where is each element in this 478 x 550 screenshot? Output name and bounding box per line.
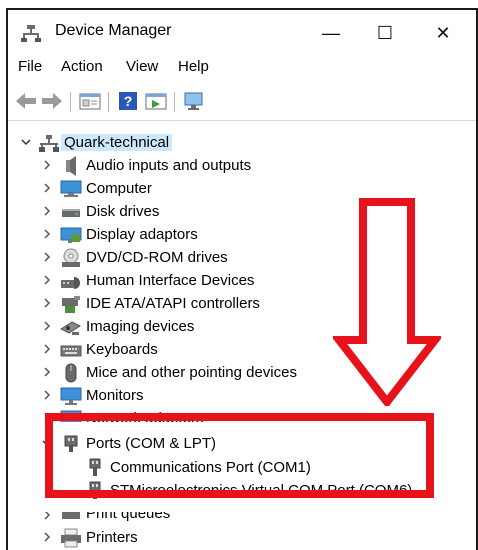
maximize-button[interactable]: ☐ [362,16,408,50]
printer-icon [61,528,81,548]
tree-item-hid[interactable]: Human Interface Devices [8,269,476,292]
tree-item-label: IDE ATA/ATAPI controllers [86,295,260,312]
close-button[interactable]: ✕ [420,16,466,50]
tree-item-ide[interactable]: IDE ATA/ATAPI controllers [8,292,476,315]
tree-item-label: Disk drives [86,203,160,220]
close-icon: ✕ [435,22,451,43]
tree-item-audio[interactable]: Audio inputs and outputs [8,154,476,177]
tree-item-disk-drives[interactable]: Disk drives [8,200,476,223]
port-icon [89,458,101,476]
chevron-right-icon[interactable] [41,342,53,356]
properties-icon[interactable] [78,90,102,112]
tree-item-label: Computer [86,180,152,197]
speaker-icon [66,156,76,176]
toolbar-separator [108,92,109,112]
tree-item-ports[interactable]: Ports (COM & LPT) [8,432,476,455]
network-adapter-icon [60,410,82,422]
keyboard-icon [60,345,82,357]
chevron-down-icon[interactable] [41,436,53,450]
tree-item-label: Monitors [86,387,144,404]
chevron-right-icon[interactable] [41,319,53,333]
window-title: Device Manager [55,22,172,39]
tree-item-com1[interactable]: Communications Port (COM1) [8,456,476,479]
tree-item-label: Display adaptors [86,226,198,243]
toolbar: ? [8,86,476,116]
chevron-right-icon[interactable] [41,250,53,264]
tree-root[interactable]: Quark-technical [8,131,476,154]
tree-item-label: STMicroelectronics Virtual COM Port (COM… [110,482,413,499]
minimize-button[interactable]: — [308,16,354,50]
chevron-down-icon[interactable] [20,135,32,149]
menu-file[interactable]: File [18,58,42,75]
chevron-right-icon[interactable] [41,365,53,379]
tree-item-display-adaptors[interactable]: Display adaptors [8,223,476,246]
camera-icon [60,321,82,335]
device-tree: Quark-technical Audio inputs and outputs… [8,120,476,550]
ide-controller-icon [62,296,80,313]
display-adapter-icon [60,227,82,243]
chevron-right-icon[interactable] [41,158,53,172]
tree-item-keyboards[interactable]: Keyboards [8,338,476,361]
dvd-drive-icon [62,248,80,267]
tree-item-label: Network adapters [86,410,204,422]
monitor-icon [60,387,82,405]
tree-item-mice[interactable]: Mice and other pointing devices [8,361,476,384]
tree-item-monitors[interactable]: Monitors [8,384,476,407]
hid-icon [61,277,80,289]
chevron-right-icon[interactable] [41,227,53,241]
forward-arrow-icon[interactable] [40,90,64,112]
minimize-icon: — [322,22,340,43]
port-icon [64,435,78,452]
tree-item-label: Ports (COM & LPT) [86,435,217,452]
chevron-right-icon[interactable] [41,530,53,544]
menu-action[interactable]: Action [61,58,103,75]
chevron-right-icon[interactable] [41,204,53,218]
toolbar-separator [174,92,175,112]
device-manager-window: Device Manager — ☐ ✕ File Action View He… [6,8,478,550]
device-manager-app-icon [21,25,41,42]
tree-item-label: Audio inputs and outputs [86,157,252,174]
tree-item-network[interactable]: Network adapters [8,407,476,422]
title-bar: Device Manager — ☐ ✕ [8,10,476,54]
chevron-right-icon[interactable] [41,411,53,422]
toolbar-separator [70,92,71,112]
chevron-right-icon[interactable] [41,273,53,287]
mouse-icon [65,363,77,383]
maximize-icon: ☐ [376,22,394,43]
tree-item-label: Keyboards [86,341,158,358]
chevron-right-icon[interactable] [41,181,53,195]
help-icon[interactable]: ? [116,90,140,112]
print-queue-icon [62,512,80,519]
tree-item-label: Communications Port (COM1) [110,459,311,476]
svg-text:?: ? [124,93,133,109]
tree-root-label: Quark-technical [61,134,173,151]
tree-item-label: Printers [86,529,138,546]
tree-item-computer[interactable]: Computer [8,177,476,200]
tree-item-label: Imaging devices [86,318,195,335]
tree-item-print-queues[interactable]: Print queues [8,512,476,522]
port-icon [89,481,101,499]
tree-item-label: Human Interface Devices [86,272,255,289]
computer-icon [60,180,82,197]
menu-help[interactable]: Help [178,58,209,75]
tree-item-label: Mice and other pointing devices [86,364,297,381]
tree-item-label: Print queues [86,512,171,522]
tree-item-label: DVD/CD-ROM drives [86,249,228,266]
tree-item-imaging[interactable]: Imaging devices [8,315,476,338]
back-arrow-icon[interactable] [14,90,38,112]
scan-hardware-icon[interactable] [182,90,206,112]
menu-view[interactable]: View [126,58,158,75]
chevron-right-icon[interactable] [41,512,53,522]
disk-drive-icon [62,209,80,217]
tree-item-dvd-drives[interactable]: DVD/CD-ROM drives [8,246,476,269]
tree-item-printers[interactable]: Printers [8,526,476,549]
chevron-right-icon[interactable] [41,296,53,310]
menu-bar: File Action View Help [8,54,476,80]
chevron-right-icon[interactable] [41,388,53,402]
tree-item-com6[interactable]: STMicroelectronics Virtual COM Port (COM… [8,479,476,502]
computer-tree-root-icon [39,135,59,152]
update-driver-icon[interactable] [144,90,168,112]
